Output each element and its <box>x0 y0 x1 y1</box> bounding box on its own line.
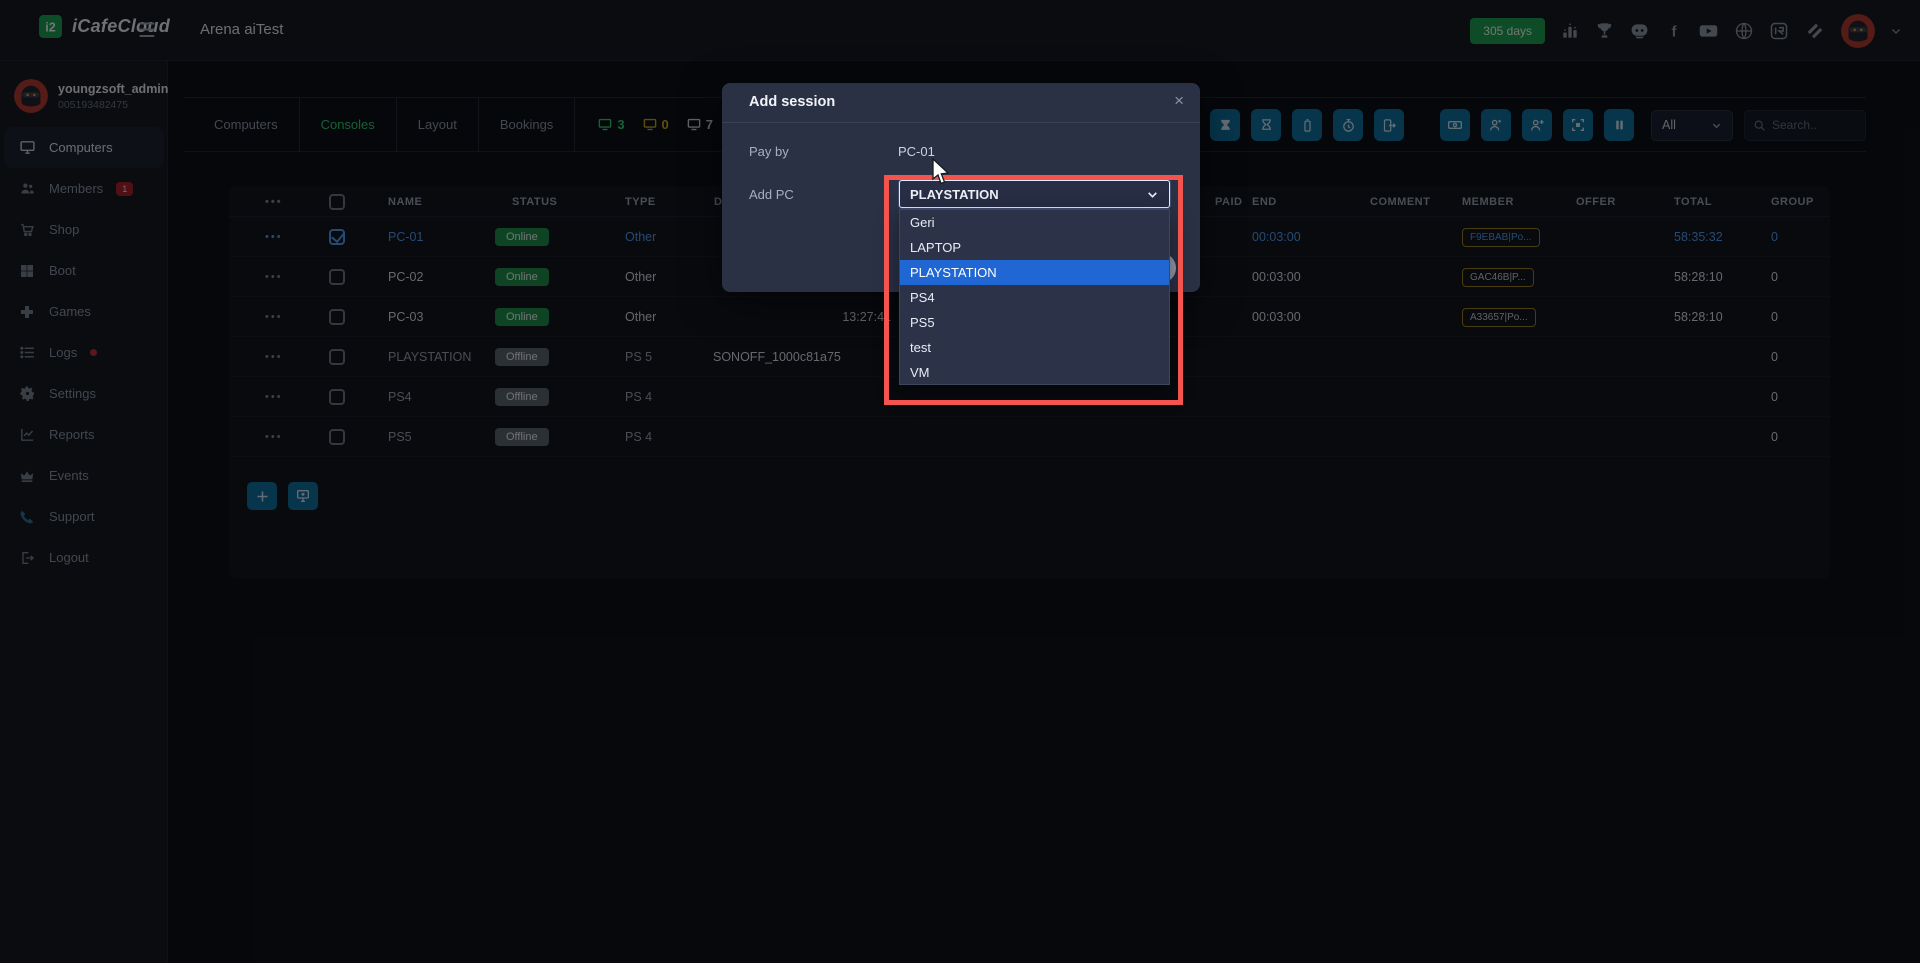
modal-header: Add session × <box>722 83 1200 123</box>
dropdown-option[interactable]: PS4 <box>900 285 1169 310</box>
dropdown-option[interactable]: test <box>900 335 1169 360</box>
dropdown-option[interactable]: VM <box>900 360 1169 385</box>
dropdown-option-selected[interactable]: PLAYSTATION <box>900 260 1169 285</box>
chevron-down-icon <box>1146 188 1159 201</box>
pay-by-label: Pay by <box>749 144 789 159</box>
add-pc-label: Add PC <box>749 187 794 202</box>
selected-option: PLAYSTATION <box>910 187 999 202</box>
pay-by-value: PC-01 <box>898 144 935 159</box>
dropdown-option[interactable]: LAPTOP <box>900 235 1169 260</box>
add-pc-dropdown: Geri LAPTOP PLAYSTATION PS4 PS5 test VM <box>899 209 1170 385</box>
add-pc-select[interactable]: PLAYSTATION <box>899 180 1170 208</box>
dropdown-option[interactable]: Geri <box>900 210 1169 235</box>
modal-title: Add session <box>749 94 835 110</box>
dropdown-option[interactable]: PS5 <box>900 310 1169 335</box>
close-icon[interactable]: × <box>1174 91 1184 111</box>
